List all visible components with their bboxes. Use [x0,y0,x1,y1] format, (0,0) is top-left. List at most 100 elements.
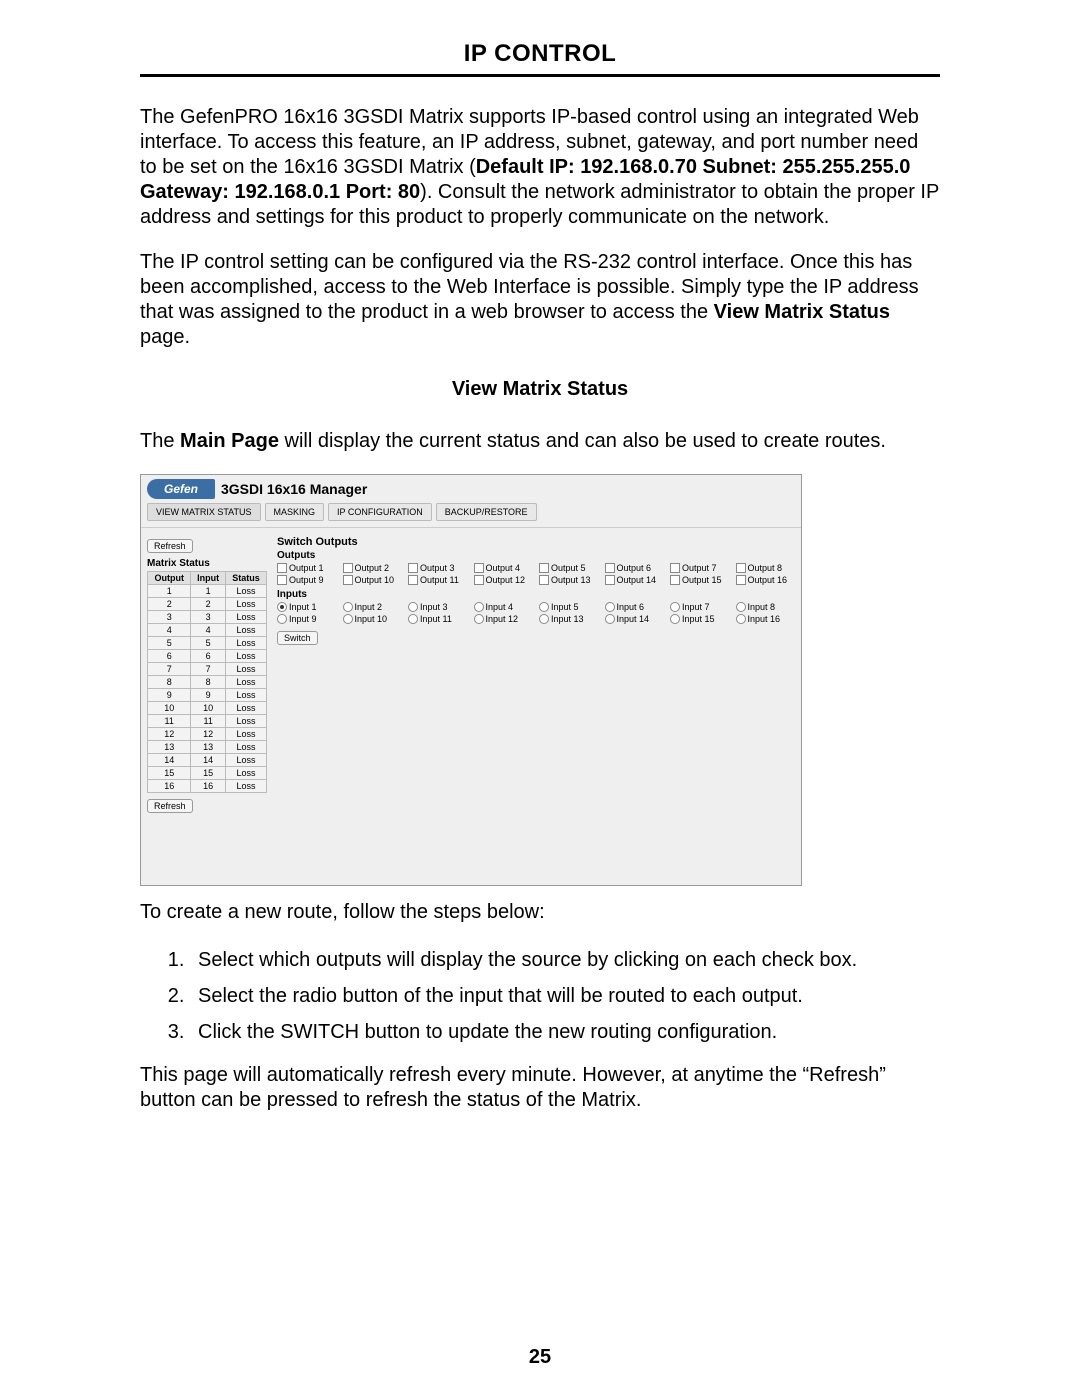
table-cell: Loss [225,702,266,715]
radio-icon[interactable] [277,602,287,612]
checkbox-icon[interactable] [474,575,484,585]
input-option[interactable]: Input 4 [474,602,534,612]
output-option[interactable]: Output 6 [605,563,665,573]
output-label: Output 6 [617,563,652,573]
checkbox-icon[interactable] [277,575,287,585]
input-option[interactable]: Input 5 [539,602,599,612]
checkbox-icon[interactable] [736,563,746,573]
checkbox-icon[interactable] [736,575,746,585]
radio-icon[interactable] [474,614,484,624]
step-2: Select the radio button of the input tha… [190,981,940,1011]
step-1: Select which outputs will display the so… [190,945,940,975]
input-option[interactable]: Input 14 [605,614,665,624]
input-option[interactable]: Input 2 [343,602,403,612]
table-cell: 11 [148,715,191,728]
output-option[interactable]: Output 3 [408,563,468,573]
input-option[interactable]: Input 1 [277,602,337,612]
radio-icon[interactable] [605,614,615,624]
inputs-label: Inputs [277,589,795,600]
col-input: Input [191,572,226,585]
output-option[interactable]: Output 15 [670,575,730,585]
radio-icon[interactable] [343,602,353,612]
input-option[interactable]: Input 16 [736,614,796,624]
refresh-button-top[interactable]: Refresh [147,539,193,553]
checkbox-icon[interactable] [670,575,680,585]
output-option[interactable]: Output 4 [474,563,534,573]
refresh-button-bottom[interactable]: Refresh [147,799,193,813]
tab-view-matrix-status[interactable]: VIEW MATRIX STATUS [147,503,261,521]
output-label: Output 15 [682,575,722,585]
text: page. [140,326,190,348]
output-option[interactable]: Output 11 [408,575,468,585]
radio-icon[interactable] [277,614,287,624]
output-option[interactable]: Output 10 [343,575,403,585]
checkbox-icon[interactable] [408,563,418,573]
output-option[interactable]: Output 7 [670,563,730,573]
input-option[interactable]: Input 15 [670,614,730,624]
input-option[interactable]: Input 8 [736,602,796,612]
tab-masking[interactable]: MASKING [265,503,325,521]
radio-icon[interactable] [736,614,746,624]
outputs-label: Outputs [277,550,795,561]
radio-icon[interactable] [343,614,353,624]
radio-icon[interactable] [539,614,549,624]
switch-button[interactable]: Switch [277,631,318,645]
checkbox-icon[interactable] [605,575,615,585]
checkbox-icon[interactable] [670,563,680,573]
table-row: 1515Loss [148,767,267,780]
checkbox-icon[interactable] [408,575,418,585]
checkbox-icon[interactable] [539,575,549,585]
tab-backup-restore[interactable]: BACKUP/RESTORE [436,503,537,521]
radio-icon[interactable] [474,602,484,612]
input-option[interactable]: Input 13 [539,614,599,624]
radio-icon[interactable] [408,614,418,624]
checkbox-icon[interactable] [343,563,353,573]
output-option[interactable]: Output 12 [474,575,534,585]
gefen-logo: Gefen [147,479,215,499]
output-option[interactable]: Output 9 [277,575,337,585]
table-cell: 10 [148,702,191,715]
input-option[interactable]: Input 3 [408,602,468,612]
tab-ip-configuration[interactable]: IP CONFIGURATION [328,503,432,521]
text: will display the current status and can … [279,430,886,452]
table-cell: 1 [148,585,191,598]
table-cell: 13 [191,741,226,754]
output-option[interactable]: Output 2 [343,563,403,573]
output-option[interactable]: Output 14 [605,575,665,585]
view-matrix-status-bold: View Matrix Status [714,301,890,323]
output-option[interactable]: Output 5 [539,563,599,573]
table-row: 33Loss [148,611,267,624]
output-option[interactable]: Output 13 [539,575,599,585]
input-option[interactable]: Input 9 [277,614,337,624]
table-cell: Loss [225,676,266,689]
input-label: Input 10 [355,614,388,624]
output-option[interactable]: Output 16 [736,575,796,585]
table-row: 1010Loss [148,702,267,715]
checkbox-icon[interactable] [343,575,353,585]
input-option[interactable]: Input 10 [343,614,403,624]
radio-icon[interactable] [539,602,549,612]
output-option[interactable]: Output 8 [736,563,796,573]
input-option[interactable]: Input 6 [605,602,665,612]
checkbox-icon[interactable] [605,563,615,573]
input-label: Input 9 [289,614,317,624]
table-row: 99Loss [148,689,267,702]
checkbox-icon[interactable] [277,563,287,573]
checkbox-icon[interactable] [539,563,549,573]
table-cell: 6 [148,650,191,663]
input-option[interactable]: Input 12 [474,614,534,624]
input-option[interactable]: Input 7 [670,602,730,612]
input-option[interactable]: Input 11 [408,614,468,624]
output-option[interactable]: Output 1 [277,563,337,573]
radio-icon[interactable] [670,602,680,612]
table-cell: 13 [148,741,191,754]
input-label: Input 4 [486,602,514,612]
radio-icon[interactable] [408,602,418,612]
table-cell: Loss [225,650,266,663]
checkbox-icon[interactable] [474,563,484,573]
radio-icon[interactable] [605,602,615,612]
table-cell: Loss [225,585,266,598]
radio-icon[interactable] [670,614,680,624]
table-cell: 9 [148,689,191,702]
radio-icon[interactable] [736,602,746,612]
